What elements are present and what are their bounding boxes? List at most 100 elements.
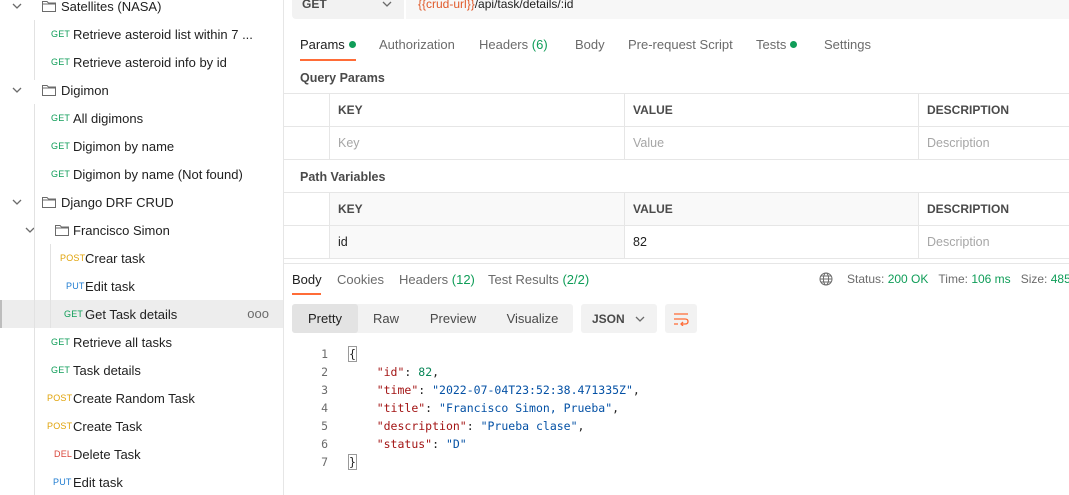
sidebar-folder[interactable]: Satellites (NASA) [0,0,283,20]
folder-icon [42,85,56,96]
sidebar-item-label: Create Random Task [73,391,195,406]
sidebar-request-item[interactable]: GET Retrieve all tasks [0,328,283,356]
method-badge: PUT [66,281,85,291]
code-line: 2 "id": 82, [292,363,1069,381]
wrap-lines-button[interactable] [665,304,697,333]
response-tab-headers[interactable]: Headers (12) [399,272,475,287]
tree-indent-guide [50,244,51,328]
method-badge: GET [51,365,71,375]
query-params-title: Query Params [300,71,385,85]
view-tab-preview-label: Preview [429,311,477,326]
sidebar-item-label: Edit task [85,279,135,294]
sidebar-request-item[interactable]: PUT Edit task [0,272,283,300]
method-badge: POST [60,253,86,263]
tab-headers[interactable]: Headers (6) [479,37,548,52]
sidebar-request-item[interactable]: GET Retrieve asteroid info by id [0,48,283,76]
code-line: 3 "time": "2022-07-04T23:52:38.471335Z", [292,381,1069,399]
sidebar-request-item[interactable]: DEL Delete Task [0,440,283,468]
chevron-down-icon[interactable] [12,85,22,95]
sidebar-item-label: Create Task [73,419,143,434]
chevron-down-icon[interactable] [12,197,22,207]
tab-settings[interactable]: Settings [824,37,871,52]
sidebar-item-label: All digimons [73,111,144,126]
view-tab-raw[interactable]: Raw [358,304,414,333]
response-tab-cookies-label: Cookies [337,272,384,287]
folder-icon [42,1,56,12]
sidebar-request-item[interactable]: POST Create Task [0,412,283,440]
url-variable: {{crud-url}} [418,0,475,11]
sidebar-item-label: Crear task [85,251,145,266]
response-body-code[interactable]: 1{2 "id": 82, 3 "time": "2022-07-04T23:52… [292,345,1069,471]
code-text: } [348,454,357,470]
code-text: "title": "Francisco Simon, Prueba", [376,401,620,415]
sidebar-item-label: Digimon [61,83,109,98]
globe-icon[interactable] [819,272,833,286]
sidebar-request-item[interactable]: GET Get Task details ooo [0,300,283,328]
response-test-results-count: (2/2) [562,272,590,287]
sidebar-request-item[interactable]: GET Task details [0,356,283,384]
response-divider [284,263,1069,264]
row-checkbox[interactable] [284,127,329,159]
code-line: 5 "description": "Prueba clase", [292,417,1069,435]
tab-settings-label: Settings [824,37,871,52]
response-meta: Status: 200 OK Time: 106 ms Size: 485 [847,272,1069,286]
path-variables-title: Path Variables [300,170,386,184]
view-tab-pretty[interactable]: Pretty [292,304,358,333]
url-path: /api/task/details/:id [474,0,574,11]
sidebar-folder[interactable]: Django DRF CRUD [0,188,283,216]
sidebar-request-item[interactable]: PUT Edit task [0,468,283,495]
tab-body[interactable]: Body [575,37,605,52]
method-select-value: GET [302,0,327,11]
response-tab-body-label: Body [292,272,322,287]
more-options-icon[interactable]: ooo [247,306,269,321]
sidebar-folder[interactable]: Francisco Simon [0,216,283,244]
tab-prerequest-script[interactable]: Pre-request Script [628,37,733,52]
line-number: 7 [321,455,328,469]
method-select[interactable]: GET [292,0,404,19]
column-key: KEY [329,94,624,126]
table-row: Key Value Description [284,127,1069,160]
path-value-input[interactable]: 82 [624,226,918,258]
description-input[interactable]: Description [918,127,1069,159]
code-text: "status": "D" [376,437,467,451]
view-tab-visualize-label: Visualize [506,311,559,326]
column-value: VALUE [624,193,918,225]
response-tab-body[interactable]: Body [292,272,322,287]
value-input[interactable]: Value [624,127,918,159]
view-tab-visualize[interactable]: Visualize [492,304,573,333]
response-tab-test-results[interactable]: Test Results (2/2) [488,272,589,287]
sidebar-item-label: Edit task [73,475,123,490]
tab-tests[interactable]: Tests [756,37,798,52]
sidebar-request-item[interactable]: GET Retrieve asteroid list within 7 ... [0,20,283,48]
response-tab-cookies[interactable]: Cookies [337,272,384,287]
response-active-tab-indicator [292,293,321,295]
tab-authorization[interactable]: Authorization [379,37,455,52]
format-select-value: JSON [592,311,625,326]
format-select[interactable]: JSON [581,304,657,333]
sidebar-item-label: Get Task details [85,307,178,322]
sidebar-folder[interactable]: Digimon [0,76,283,104]
sidebar-request-item[interactable]: POST Create Random Task [0,384,283,412]
sidebar-request-item[interactable]: POST Crear task [0,244,283,272]
path-description-input[interactable]: Description [918,226,1069,258]
line-number: 5 [321,419,328,433]
time-value[interactable]: 106 ms [971,272,1010,286]
status-value[interactable]: 200 OK [888,272,929,286]
url-input[interactable]: {{crud-url}}/api/task/details/:id [406,0,1069,19]
key-input[interactable]: Key [329,127,624,159]
tab-params[interactable]: Params [300,37,356,52]
size-value[interactable]: 485 [1051,272,1069,286]
table-header-row: KEY VALUE DESCRIPTION [284,94,1069,127]
view-tab-preview[interactable]: Preview [414,304,492,333]
method-badge: POST [47,393,73,403]
chevron-down-icon[interactable] [12,1,22,11]
response-headers-count: (12) [451,272,475,287]
sidebar-request-item[interactable]: GET Digimon by name [0,132,283,160]
line-number: 6 [321,437,328,451]
sidebar-request-item[interactable]: GET All digimons [0,104,283,132]
tab-tests-label: Tests [756,37,787,52]
chevron-down-icon [635,316,645,322]
sidebar-request-item[interactable]: GET Digimon by name (Not found) [0,160,283,188]
view-tab-raw-label: Raw [372,311,399,326]
request-tabs: Params Authorization Headers (6) Body Pr… [284,30,1069,61]
